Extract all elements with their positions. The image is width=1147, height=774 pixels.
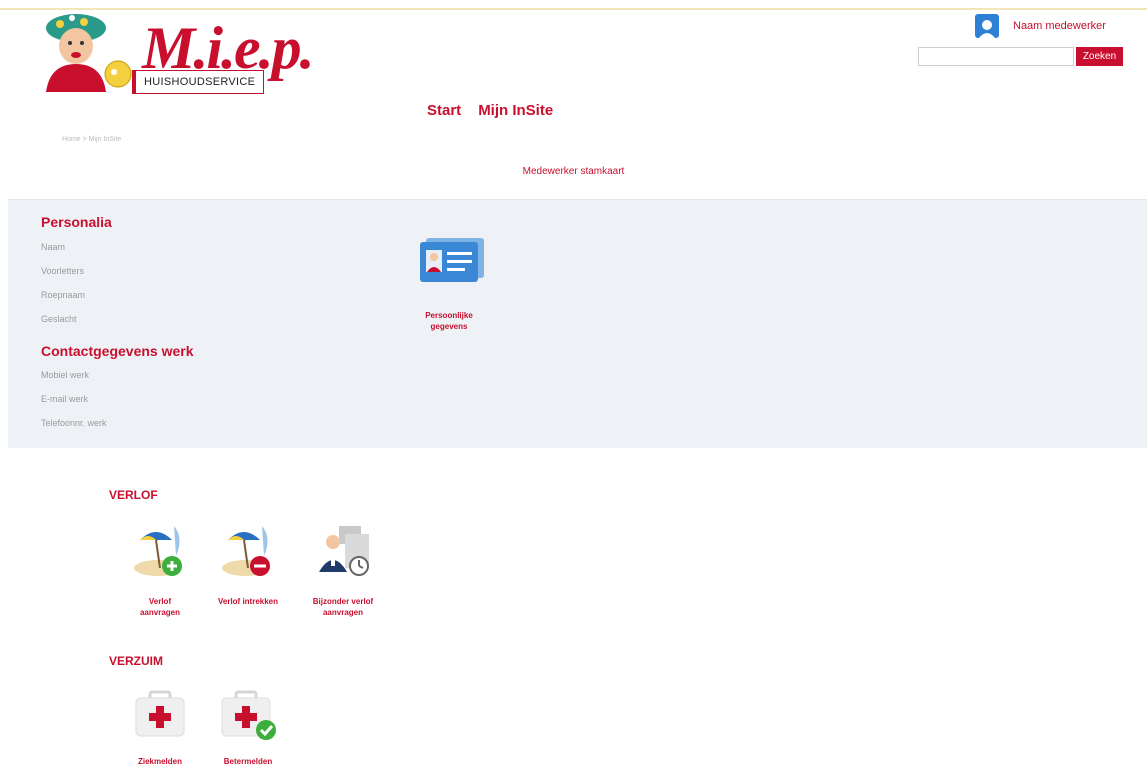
tile-label: aanvragen: [139, 608, 181, 617]
tile-ziekmelden[interactable]: Ziekmelden: [116, 688, 204, 767]
field-voorletters: Voorletters: [41, 266, 85, 276]
tile-betermelden[interactable]: Betermelden: [203, 688, 293, 767]
logo[interactable]: M.i.e.p. HUISHOUDSERVICE: [40, 12, 315, 98]
tile-persoonlijke-gegevens[interactable]: Persoonlijke gegevens: [405, 236, 493, 332]
first-aid-icon: [135, 690, 185, 737]
verzuim-heading: VERZUIM: [109, 654, 163, 668]
tile-label: Ziekmelden: [137, 757, 182, 766]
tile-label: aanvragen: [322, 608, 364, 617]
beach-plus-icon: [134, 526, 182, 576]
field-mobiel-werk: Mobiel werk: [41, 370, 90, 380]
field-telefoon-werk: Telefoonnr. werk: [41, 418, 107, 428]
special-leave-icon: [319, 526, 369, 576]
tile-verlof-intrekken[interactable]: Verlof intrekken: [203, 522, 293, 607]
first-aid-check-icon: [221, 690, 276, 740]
top-border: [0, 8, 1147, 10]
field-roepnaam: Roepnaam: [41, 290, 86, 300]
field-email-werk: E-mail werk: [41, 394, 89, 404]
user-name[interactable]: Naam medewerker: [1013, 18, 1106, 34]
verlof-heading: VERLOF: [109, 488, 158, 502]
tile-label: Betermelden: [223, 757, 273, 766]
search-button[interactable]: Zoeken: [1076, 47, 1123, 66]
user-menu[interactable]: Naam medewerker: [975, 14, 1106, 38]
search-input[interactable]: [918, 47, 1074, 66]
nav-start[interactable]: Start: [427, 102, 461, 119]
field-geslacht: Geslacht: [41, 314, 77, 324]
field-naam: Naam: [41, 242, 66, 252]
logo-subtitle: HUISHOUDSERVICE: [132, 70, 265, 94]
tile-verlof-aanvragen[interactable]: Verlof aanvragen: [116, 522, 204, 618]
search-form: Zoeken: [918, 47, 1123, 66]
nav-mijn-insite[interactable]: Mijn InSite: [478, 102, 553, 119]
id-card-icon: [420, 238, 484, 282]
mascot-image: [46, 14, 132, 92]
tile-label: gegevens: [430, 322, 468, 331]
page-title: Medewerker stamkaart: [522, 166, 625, 177]
tile-label: Bijzonder verlof: [312, 597, 374, 606]
tile-bijzonder-verlof[interactable]: Bijzonder verlof aanvragen: [295, 522, 391, 618]
tile-label: Verlof: [148, 597, 172, 606]
beach-minus-icon: [222, 526, 270, 576]
tile-label: Persoonlijke: [425, 311, 473, 320]
user-icon: [975, 14, 999, 38]
contact-heading: Contactgegevens werk: [41, 343, 194, 359]
personalia-heading: Personalia: [41, 214, 112, 230]
tile-label: Verlof intrekken: [217, 597, 279, 606]
breadcrumb[interactable]: Home > Mijn InSite: [62, 136, 121, 143]
personal-panel: [8, 199, 1147, 448]
main-nav: Start Mijn InSite: [427, 102, 553, 119]
